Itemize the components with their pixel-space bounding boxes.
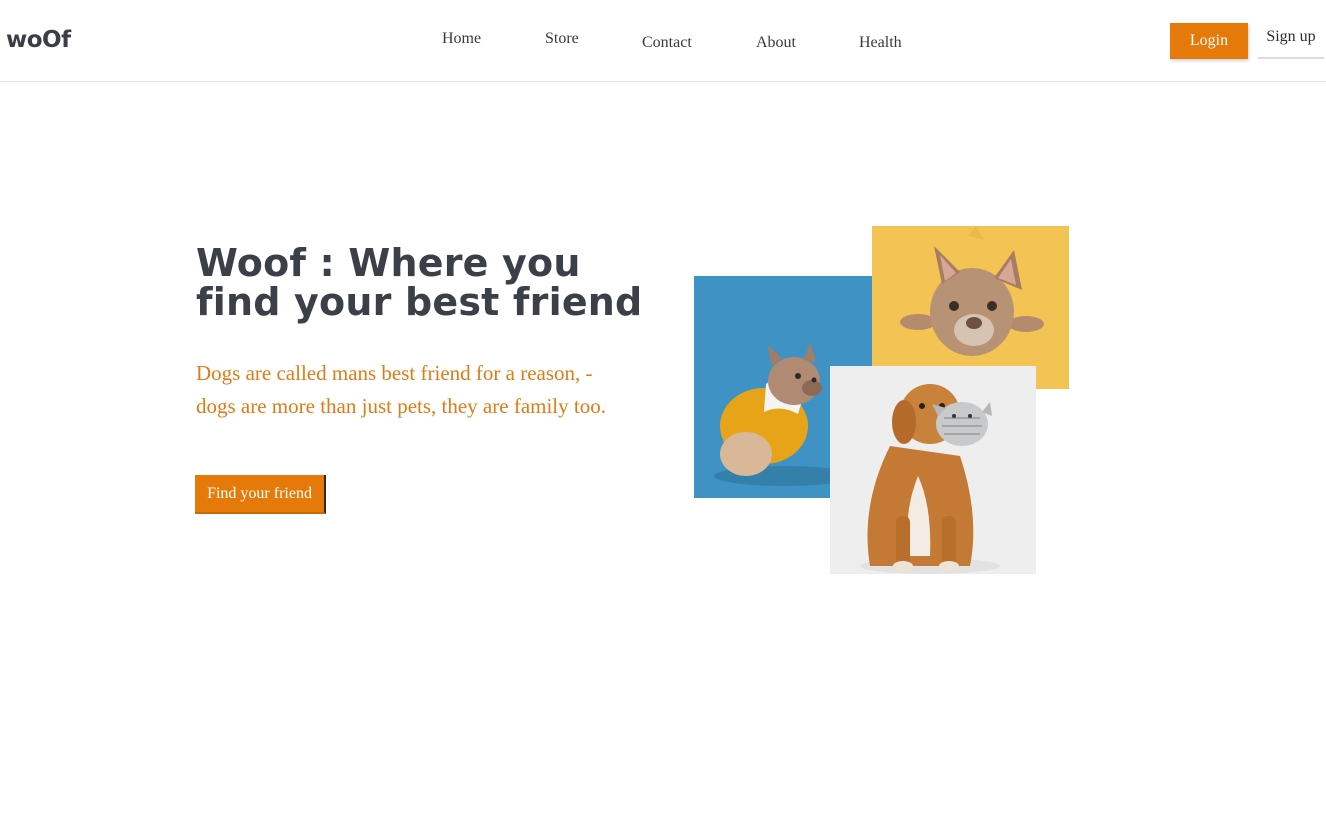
find-your-friend-button[interactable]: Find your friend [195,475,326,514]
nav-about-link[interactable]: About [756,34,796,52]
woof-logo[interactable]: woOf [6,12,71,52]
nav-home-link[interactable]: Home [442,30,481,48]
site-header: woOf Home Store Contact About Health Log… [0,0,1326,82]
signup-button[interactable]: Sign up [1258,23,1324,59]
nav-health-link[interactable]: Health [859,34,902,52]
hero-description: Dogs are called mans best friend for a r… [196,361,606,418]
hero-title: Woof : Where you find your best friend [196,241,643,324]
login-button[interactable]: Login [1170,23,1248,59]
french-bulldog-lying-photo [872,226,1069,389]
golden-retriever-with-toy-photo [830,366,1036,574]
nav-contact-link[interactable]: Contact [642,34,692,52]
nav-store-link[interactable]: Store [545,30,579,48]
logo-wordmark: woOf [6,27,71,53]
